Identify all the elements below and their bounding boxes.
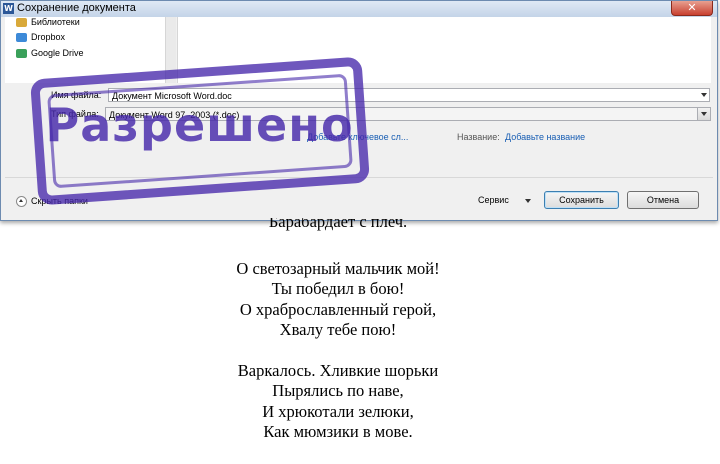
nav-item-dropbox[interactable]: Dropbox bbox=[16, 32, 66, 42]
poem-line: Барабардает с плеч. bbox=[268, 218, 408, 231]
filetype-dropdown-button[interactable] bbox=[697, 108, 710, 120]
poem-line: О храброславленный герой, bbox=[239, 299, 437, 319]
google-drive-icon bbox=[16, 49, 27, 58]
nav-item-label: Google Drive bbox=[31, 48, 84, 58]
collapse-icon[interactable] bbox=[16, 196, 27, 207]
cancel-button[interactable]: Отмена bbox=[627, 191, 699, 209]
file-list-pane bbox=[177, 17, 711, 83]
poem-line: О светозарный мальчик мой! bbox=[236, 258, 440, 278]
word-icon: W bbox=[3, 3, 14, 14]
nav-item-label: Dropbox bbox=[31, 32, 66, 42]
save-dialog: W Сохранение документа ✕ Библиотеки Drop… bbox=[0, 0, 718, 221]
dropbox-icon bbox=[16, 33, 27, 42]
nav-item-label: Библиотеки bbox=[31, 17, 80, 27]
title-meta-label: Название: bbox=[457, 132, 500, 142]
poem-line: И хрюкотали зелюки, bbox=[262, 401, 414, 421]
poem-stanza: Барабардает с плеч. bbox=[0, 218, 676, 239]
filename-value: Документ Microsoft Word.doc bbox=[112, 91, 232, 101]
hide-folders-button[interactable]: Скрыть папки bbox=[31, 196, 88, 206]
filetype-value: Документ Word 97–2003 (*.doc) bbox=[109, 110, 240, 120]
filetype-select[interactable]: Документ Word 97–2003 (*.doc) bbox=[105, 107, 711, 121]
nav-item-google-drive[interactable]: Google Drive bbox=[16, 48, 84, 58]
poem-line-clip: Барабардает с плеч. bbox=[0, 218, 676, 239]
poem-line: Хвалу тебе пою! bbox=[279, 320, 397, 339]
divider bbox=[5, 177, 713, 178]
chevron-down-icon bbox=[701, 112, 707, 116]
title-bar[interactable]: W Сохранение документа ✕ bbox=[1, 1, 717, 17]
nav-scrollbar[interactable] bbox=[166, 17, 176, 83]
poem-line: Варкалось. Хливкие шорьки bbox=[237, 360, 439, 380]
tools-menu[interactable]: Сервис bbox=[478, 195, 509, 205]
dialog-title: Сохранение документа bbox=[17, 2, 136, 14]
library-icon bbox=[16, 18, 27, 27]
poem-stanza: Варкалось. Хливкие шорьки Пырялись по на… bbox=[0, 361, 676, 443]
nav-item-libraries[interactable]: Библиотеки bbox=[16, 17, 80, 27]
save-button[interactable]: Сохранить bbox=[544, 191, 619, 209]
poem-stanza: О светозарный мальчик мой! Ты победил в … bbox=[0, 259, 676, 341]
navigation-pane: Библиотеки Dropbox Google Drive bbox=[5, 17, 166, 83]
chevron-down-icon[interactable] bbox=[701, 93, 707, 97]
poem-line: Как мюмзики в мове. bbox=[263, 422, 413, 441]
close-button[interactable]: ✕ bbox=[671, 1, 713, 16]
poem-line: Ты победил в бою! bbox=[271, 279, 405, 298]
filename-input[interactable]: Документ Microsoft Word.doc bbox=[108, 88, 710, 102]
filename-label: Имя файла: bbox=[51, 90, 102, 100]
add-title-link[interactable]: Добавьте название bbox=[505, 132, 585, 142]
filetype-label: Тип файла: bbox=[51, 109, 99, 119]
keywords-link[interactable]: Добавьте ключевое сл... bbox=[307, 132, 408, 142]
document-text: Барабардает с плеч. О светозарный мальчи… bbox=[0, 218, 676, 463]
chevron-down-icon[interactable] bbox=[525, 199, 531, 203]
poem-line: Пырялись по наве, bbox=[272, 381, 404, 400]
